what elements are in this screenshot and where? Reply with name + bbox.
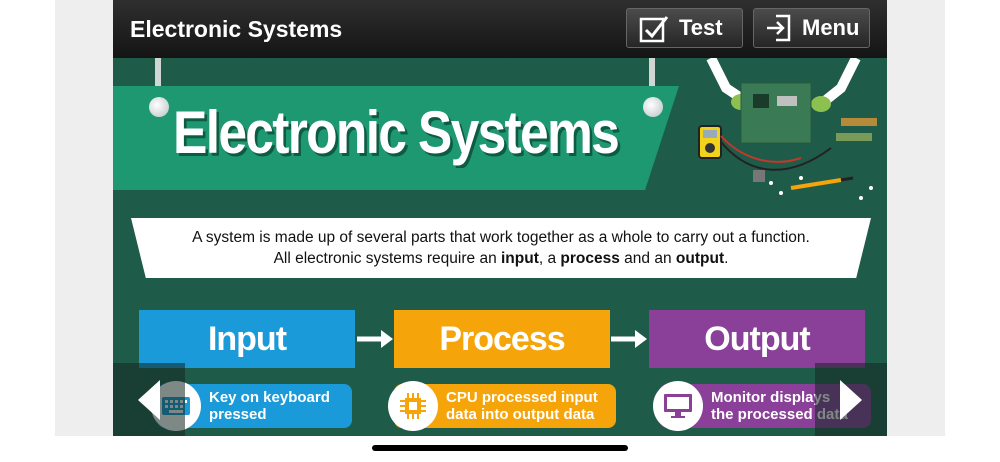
process-example: CPU processed input data into output data	[388, 381, 616, 431]
app-window: Electronic Systems Test Menu Electronic …	[113, 0, 887, 436]
test-label: Test	[679, 15, 723, 40]
description-box: A system is made up of several parts tha…	[131, 218, 871, 278]
description-line-1: A system is made up of several parts tha…	[192, 229, 810, 246]
input-example-line-1: Key on keyboard	[209, 389, 330, 406]
left-margin	[55, 0, 113, 436]
menu-label: Menu	[802, 15, 860, 40]
monitor-icon	[664, 394, 692, 418]
right-margin	[887, 0, 945, 436]
process-example-line-2: data into output data	[446, 406, 595, 423]
home-indicator[interactable]	[372, 445, 628, 451]
banner-title: Electronic Systems	[173, 99, 620, 166]
input-word: input	[501, 250, 539, 267]
input-step: Input	[139, 310, 355, 368]
app-title: Electronic Systems	[130, 16, 343, 42]
chevron-left-icon	[138, 379, 160, 420]
description-line-2: All electronic systems require an input,…	[273, 250, 729, 267]
top-bar: Electronic Systems Test Menu	[113, 0, 887, 58]
banner-rod-right	[649, 58, 655, 88]
output-step: Output	[649, 310, 865, 368]
checkbox-icon	[639, 16, 669, 43]
screw-left	[149, 97, 169, 117]
output-word: output	[675, 250, 725, 267]
menu-button[interactable]: Menu	[753, 8, 870, 48]
process-word: process	[560, 250, 620, 267]
input-example-line-2: pressed	[209, 406, 267, 423]
previous-button[interactable]	[113, 363, 185, 436]
input-example: Key on keyboard pressed	[151, 381, 352, 431]
sign-in-icon	[767, 14, 791, 42]
slide-content: Electronic Systems A system is made up o…	[113, 58, 887, 436]
process-example-line-1: CPU processed input	[446, 389, 598, 406]
banner-rod-left	[155, 58, 161, 88]
arrow-right-icon	[611, 330, 647, 348]
arrow-right-icon	[357, 330, 393, 348]
process-step: Process	[394, 310, 610, 368]
cpu-icon	[400, 393, 426, 419]
test-button[interactable]: Test	[626, 8, 743, 48]
circuit-illustration	[698, 58, 877, 200]
next-button[interactable]	[815, 363, 887, 436]
screw-right	[643, 97, 663, 117]
chevron-right-icon	[840, 379, 862, 420]
